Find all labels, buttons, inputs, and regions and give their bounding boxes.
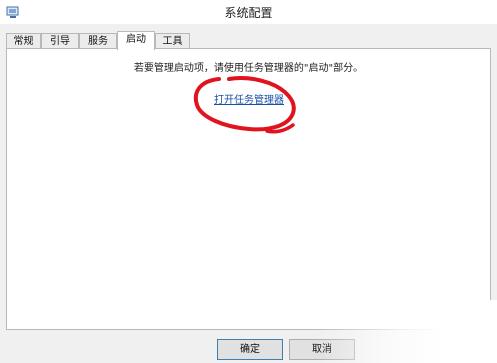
system-config-window: 系统配置 常规 引导 服务 启动 工具 若要管理启动项，请使用任务管理器的"启动…: [0, 0, 497, 363]
tab-general[interactable]: 常规: [6, 33, 41, 49]
cancel-button[interactable]: 取消: [289, 339, 355, 360]
ok-button[interactable]: 确定: [217, 339, 283, 360]
startup-message: 若要管理启动项，请使用任务管理器的"启动"部分。: [133, 63, 364, 74]
tab-boot[interactable]: 引导: [41, 33, 79, 49]
startup-panel: 若要管理启动项，请使用任务管理器的"启动"部分。 打开任务管理器: [6, 48, 491, 330]
window-title: 系统配置: [224, 6, 273, 20]
tab-tools[interactable]: 工具: [155, 33, 190, 49]
tab-services[interactable]: 服务: [79, 33, 117, 49]
tab-strip: 常规 引导 服务 启动 工具: [6, 31, 497, 50]
open-task-manager-link[interactable]: 打开任务管理器: [214, 91, 284, 106]
title-bar: 系统配置: [0, 0, 497, 24]
tab-startup[interactable]: 启动: [117, 31, 155, 50]
